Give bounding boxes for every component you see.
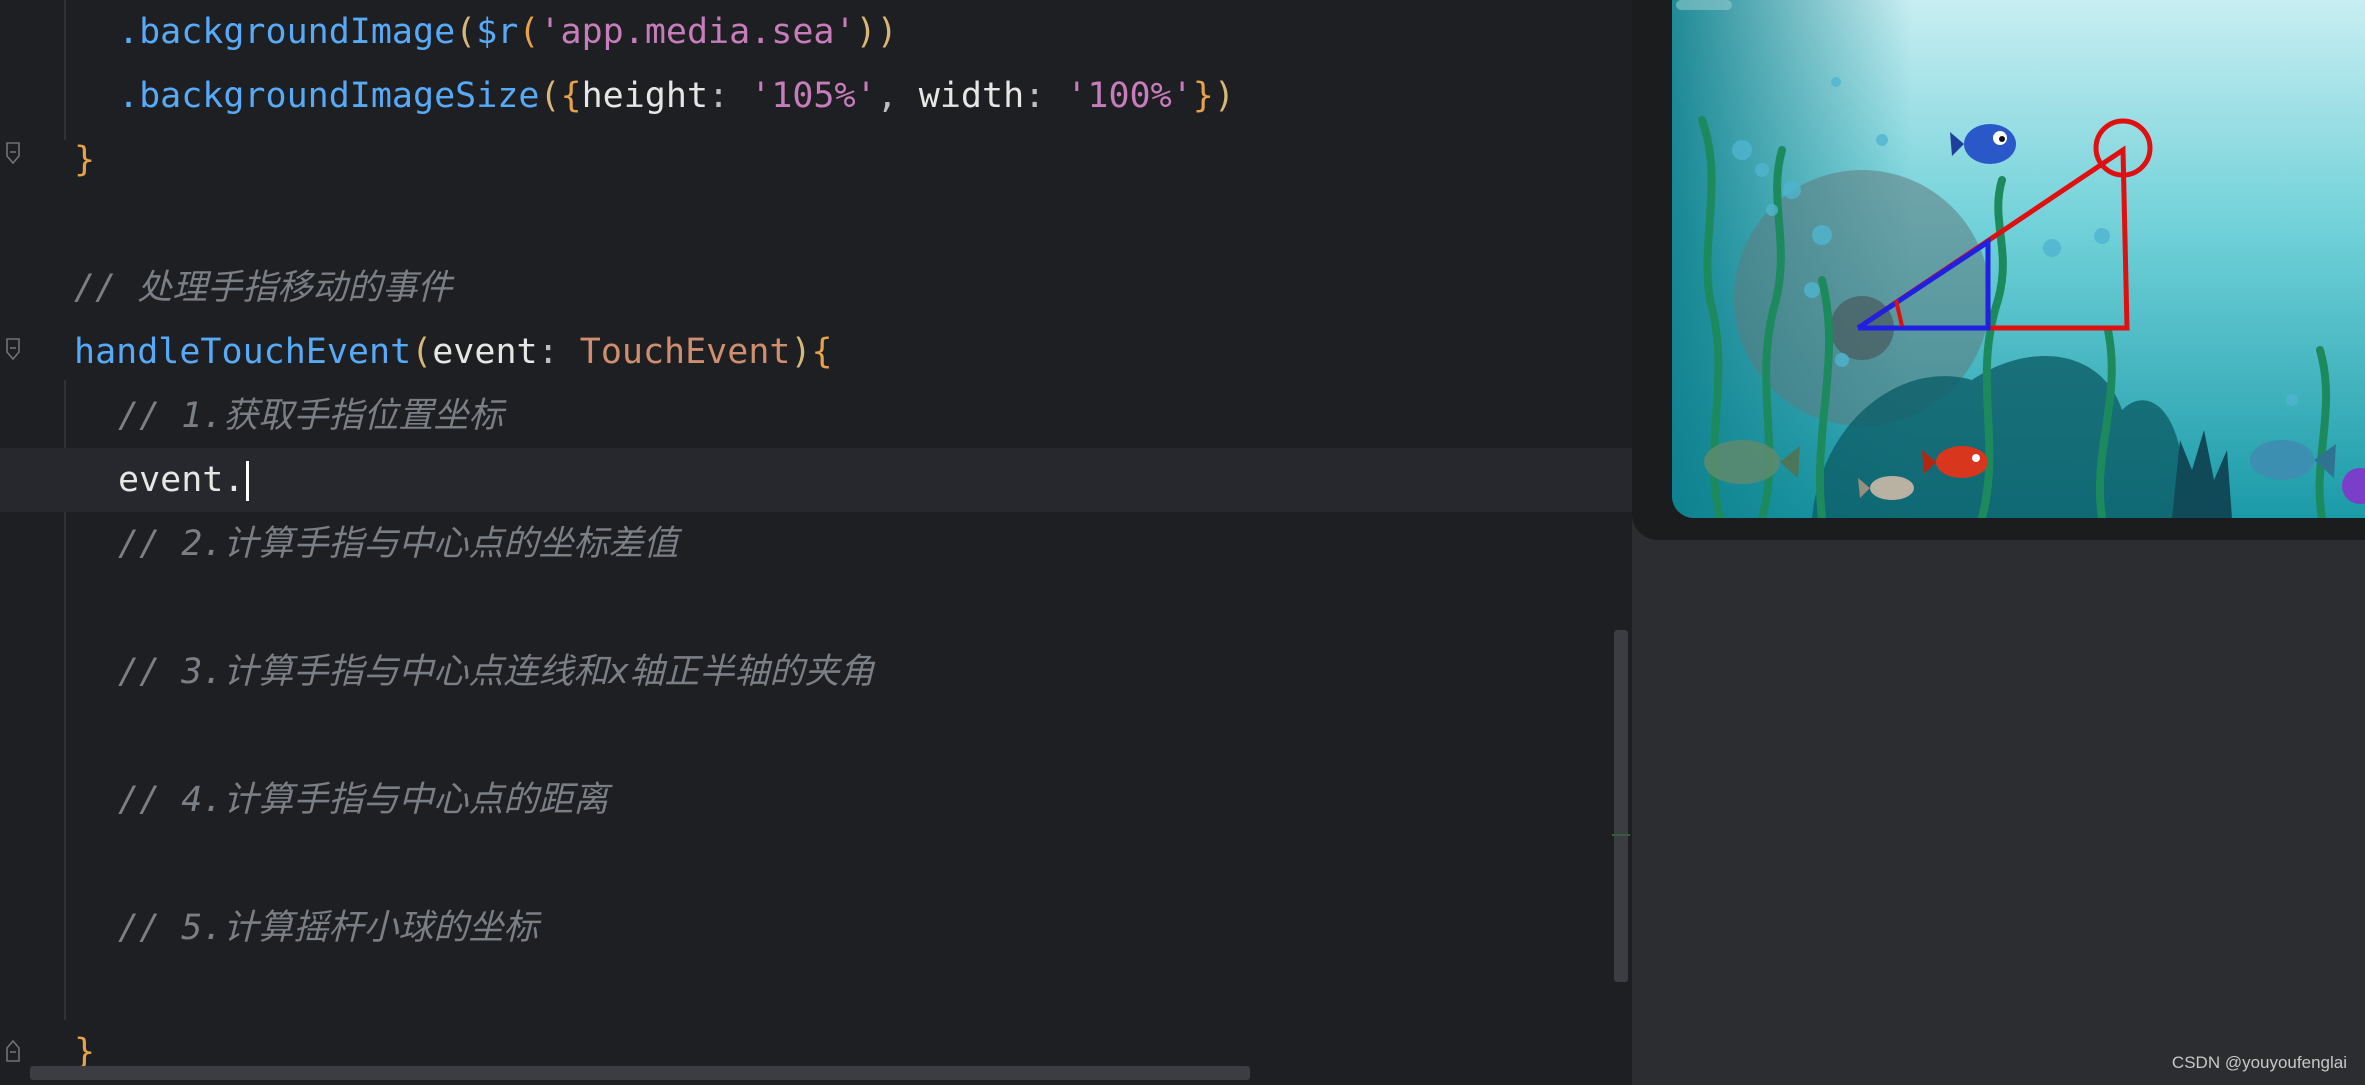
string-literal: '100%': [1066, 76, 1193, 116]
type-name: TouchEvent: [579, 332, 791, 372]
code-text: event.: [118, 460, 245, 500]
paren: (: [539, 76, 561, 116]
code-line-6[interactable]: handleTouchEvent(event: TouchEvent){: [0, 320, 1632, 384]
code-comment: // 4.计算手指与中心点的距离: [118, 780, 609, 820]
paren: (: [411, 332, 433, 372]
paren: )): [855, 12, 898, 52]
string-literal: 'app.media.sea': [539, 12, 856, 52]
vertical-scrollbar[interactable]: [1614, 630, 1628, 982]
object-key: width: [918, 76, 1025, 116]
text-caret: [246, 461, 250, 501]
scrollbar-marker: [1612, 834, 1630, 836]
status-pill: [1676, 0, 1732, 10]
brace: {: [560, 76, 582, 116]
code-line-5[interactable]: // 处理手指移动的事件: [0, 256, 1632, 320]
code-comment: // 3.计算手指与中心点连线和x轴正半轴的夹角: [118, 652, 875, 692]
code-line-13[interactable]: // 4.计算手指与中心点的距离: [0, 768, 1632, 832]
closing-brace: }: [74, 140, 96, 180]
brace: {: [811, 332, 833, 372]
code-comment: // 处理手指移动的事件: [74, 268, 453, 308]
previewer-panel: CSDN @youyoufenglai: [1632, 0, 2365, 1085]
code-comment: // 5.计算摇杆小球的坐标: [118, 908, 539, 948]
code-line-7[interactable]: // 1.获取手指位置坐标: [0, 384, 1632, 448]
parameter-name: event: [432, 332, 538, 372]
colon: :: [708, 76, 751, 116]
code-line-9[interactable]: // 2.计算手指与中心点的坐标差值: [0, 512, 1632, 576]
brace: }: [1192, 76, 1214, 116]
comma: ,: [876, 76, 919, 116]
resource-call: $r: [476, 12, 519, 52]
watermark: CSDN @youyoufenglai: [2171, 1053, 2347, 1072]
code-editor[interactable]: .backgroundImage($r('app.media.sea')) .b…: [0, 0, 1632, 1085]
code-line-11[interactable]: // 3.计算手指与中心点连线和x轴正半轴的夹角: [0, 640, 1632, 704]
code-line-1[interactable]: .backgroundImage($r('app.media.sea')): [0, 0, 1632, 64]
function-name: handleTouchEvent: [74, 332, 412, 372]
paren: ): [790, 332, 812, 372]
paren: (: [455, 12, 477, 52]
device-frame: [1632, 0, 2365, 540]
horizontal-scrollbar[interactable]: [30, 1066, 1250, 1080]
code-comment: // 1.获取手指位置坐标: [118, 396, 504, 436]
paren: (: [518, 12, 540, 52]
code-line-3[interactable]: }: [0, 128, 1632, 192]
colon: :: [1024, 76, 1067, 116]
method-name: .backgroundImageSize: [118, 76, 540, 116]
method-name: .backgroundImage: [118, 12, 456, 52]
object-key: height: [581, 76, 709, 116]
colon: :: [537, 332, 580, 372]
code-line-2[interactable]: .backgroundImageSize({height: '105%', wi…: [0, 64, 1632, 128]
code-comment: // 2.计算手指与中心点的坐标差值: [118, 524, 679, 564]
code-line-8-current[interactable]: event.: [0, 448, 1632, 512]
preview-screen[interactable]: [1672, 0, 2365, 518]
paren: ): [1213, 76, 1235, 116]
code-line-15[interactable]: // 5.计算摇杆小球的坐标: [0, 896, 1632, 960]
sea-game-scene[interactable]: [1672, 0, 2365, 518]
string-literal: '105%': [750, 76, 877, 116]
